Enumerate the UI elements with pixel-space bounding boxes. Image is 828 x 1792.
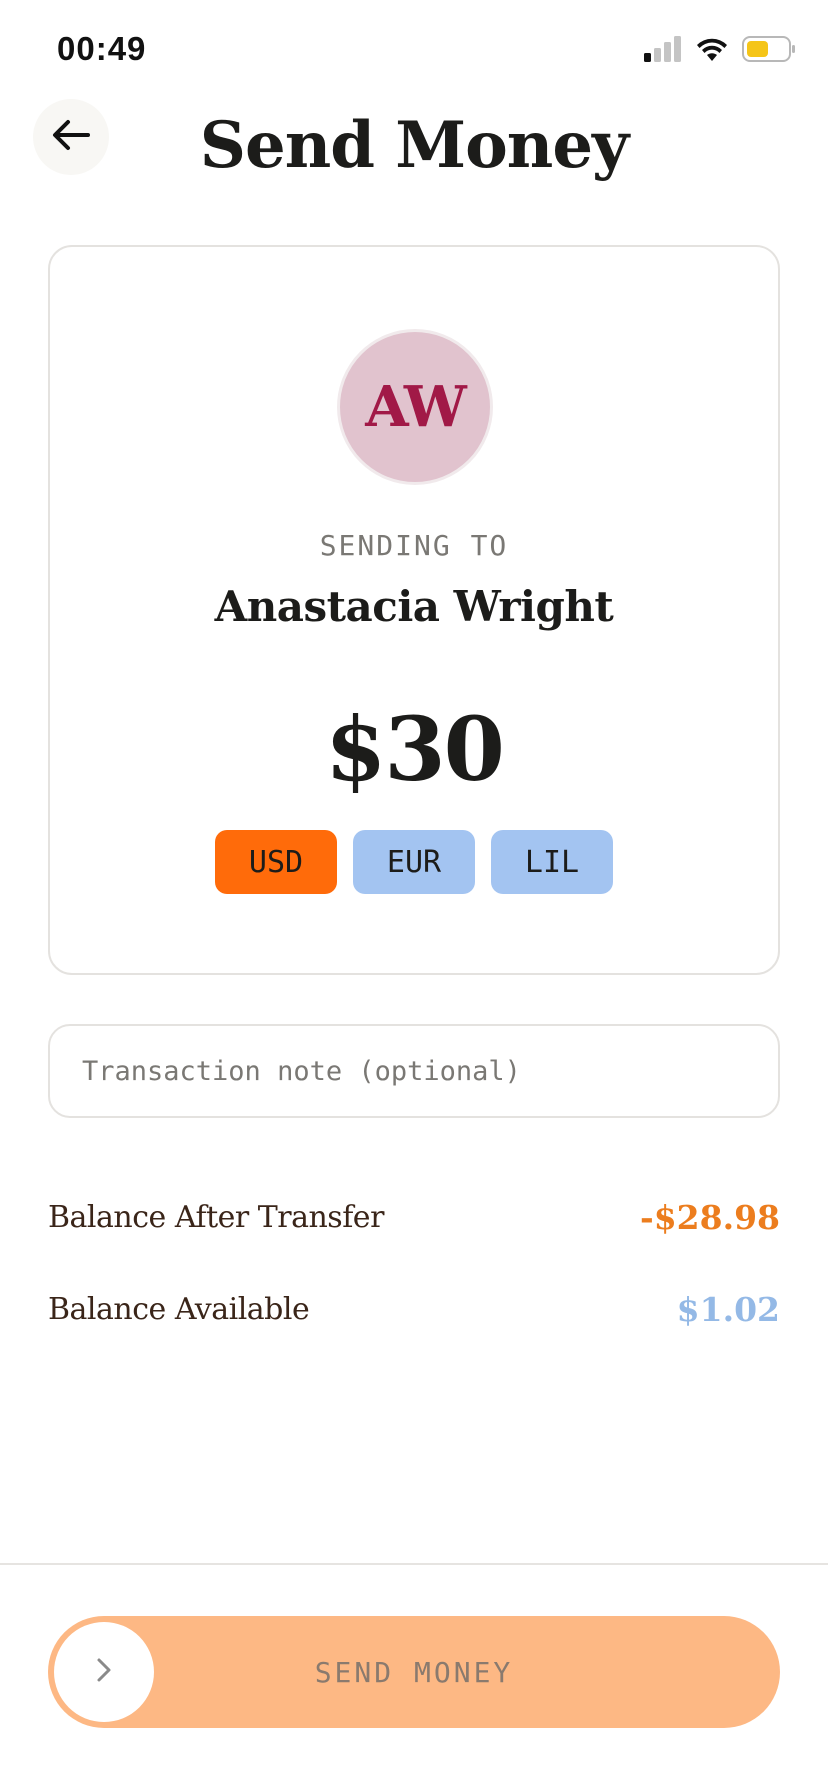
sending-to-label: SENDING TO	[319, 529, 509, 562]
recipient-name: Anastacia Wright	[214, 582, 614, 631]
balance-available-row: Balance Available $1.02	[48, 1290, 780, 1329]
amount-display[interactable]: $30	[50, 697, 778, 801]
status-icons	[644, 36, 796, 67]
cellular-signal-icon	[644, 36, 682, 67]
bottom-divider	[0, 1563, 828, 1565]
status-time: 00:49	[57, 30, 147, 67]
wifi-icon	[696, 36, 728, 67]
balance-available-value: $1.02	[676, 1290, 780, 1329]
status-bar: 00:49	[0, 0, 828, 100]
balance-available-label: Balance Available	[48, 1292, 310, 1327]
avatar: AW	[337, 329, 493, 485]
currency-lil-button[interactable]: LIL	[491, 830, 613, 894]
page-title: Send Money	[199, 108, 629, 183]
balance-after-transfer-value: -$28.98	[640, 1198, 780, 1237]
send-money-label: SEND MONEY	[314, 1655, 514, 1689]
slider-handle[interactable]	[54, 1622, 154, 1722]
currency-selector: USD EUR LIL	[50, 830, 778, 894]
currency-eur-button[interactable]: EUR	[353, 830, 475, 894]
balance-after-transfer-label: Balance After Transfer	[48, 1200, 384, 1235]
recipient-card: AW SENDING TO Anastacia Wright $30 USD E…	[48, 245, 780, 975]
transaction-note-input[interactable]	[48, 1024, 780, 1118]
chevron-right-icon	[94, 1655, 114, 1690]
balance-after-transfer-row: Balance After Transfer -$28.98	[48, 1198, 780, 1237]
battery-icon	[742, 36, 796, 67]
send-money-slider[interactable]: SEND MONEY	[48, 1616, 780, 1728]
currency-usd-button[interactable]: USD	[215, 830, 337, 894]
send-money-screen: 00:49 Send Money AW SENDING TO Anastacia…	[0, 0, 828, 1792]
